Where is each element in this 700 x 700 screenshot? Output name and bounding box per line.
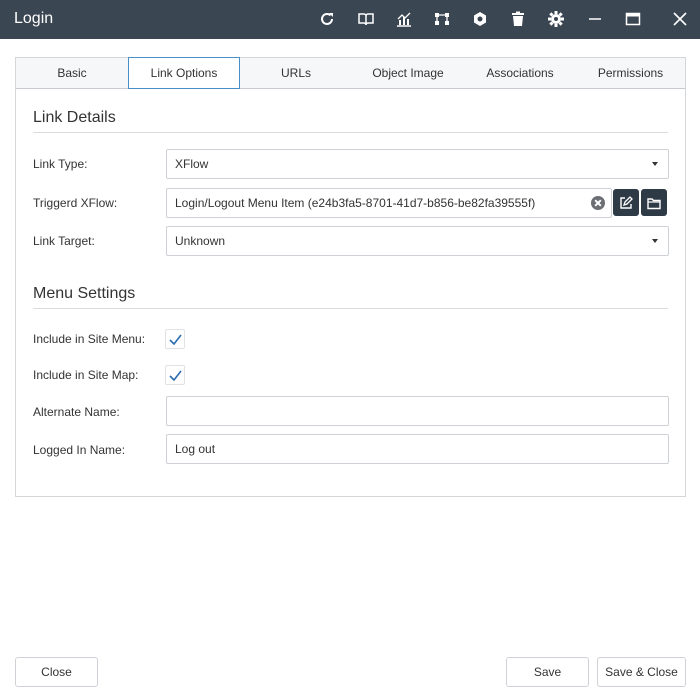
window-title: Login [14, 10, 54, 27]
browse-xflow-button[interactable] [641, 189, 667, 216]
checkmark-icon [169, 334, 182, 345]
link-target-label: Link Target: [33, 234, 95, 248]
tab-basic[interactable]: Basic [16, 58, 128, 89]
link-options-panel: Basic Link Options URLs Object Image Ass… [15, 57, 686, 497]
section-divider [33, 308, 668, 309]
workflow-icon[interactable] [432, 9, 452, 29]
clear-icon[interactable] [591, 196, 605, 210]
triggered-xflow-value: Login/Logout Menu Item (e24b3fa5-8701-41… [175, 196, 536, 210]
title-bar: Login [0, 0, 700, 39]
link-target-select[interactable]: Unknown [166, 226, 669, 256]
caret-down-icon [652, 162, 658, 166]
tab-object-image[interactable]: Object Image [352, 58, 464, 89]
include-site-menu-checkbox[interactable] [165, 329, 185, 349]
maximize-icon[interactable] [623, 9, 643, 29]
chart-icon[interactable] [394, 9, 414, 29]
tab-urls[interactable]: URLs [240, 58, 352, 89]
tab-bar: Basic Link Options URLs Object Image Ass… [16, 57, 685, 89]
book-icon[interactable] [356, 9, 376, 29]
minimize-icon[interactable] [585, 9, 605, 29]
checkmark-icon [169, 370, 182, 381]
include-site-map-label: Include in Site Map: [33, 368, 139, 382]
edit-icon [620, 195, 633, 209]
save-button[interactable]: Save [506, 657, 589, 687]
trash-icon[interactable] [508, 9, 528, 29]
save-close-button[interactable]: Save & Close [597, 657, 686, 687]
menu-settings-heading: Menu Settings [33, 285, 136, 302]
gear-icon[interactable] [546, 9, 566, 29]
logged-in-name-label: Logged In Name: [33, 443, 126, 457]
triggered-xflow-field[interactable]: Login/Logout Menu Item (e24b3fa5-8701-41… [166, 188, 612, 218]
alternate-name-label: Alternate Name: [33, 405, 120, 419]
logged-in-name-input[interactable] [166, 434, 669, 464]
link-target-value: Unknown [175, 234, 226, 248]
alternate-name-input[interactable] [166, 396, 669, 426]
link-details-heading: Link Details [33, 109, 116, 126]
tab-associations[interactable]: Associations [464, 58, 576, 89]
tab-link-options[interactable]: Link Options [128, 57, 240, 89]
link-type-select[interactable]: XFlow [166, 149, 669, 179]
link-type-label: Link Type: [33, 157, 88, 171]
link-type-value: XFlow [175, 157, 209, 171]
section-divider [33, 132, 668, 133]
include-site-menu-label: Include in Site Menu: [33, 332, 146, 346]
caret-down-icon [652, 239, 658, 243]
settings-cog-icon[interactable] [470, 9, 490, 29]
triggered-xflow-label: Triggerd XFlow: [33, 196, 118, 210]
folder-icon [647, 197, 661, 209]
tab-permissions[interactable]: Permissions [576, 58, 685, 89]
close-icon[interactable] [670, 9, 690, 29]
close-button[interactable]: Close [15, 657, 98, 687]
refresh-icon[interactable] [317, 9, 337, 29]
include-site-map-checkbox[interactable] [165, 365, 185, 385]
edit-xflow-button[interactable] [613, 189, 639, 216]
